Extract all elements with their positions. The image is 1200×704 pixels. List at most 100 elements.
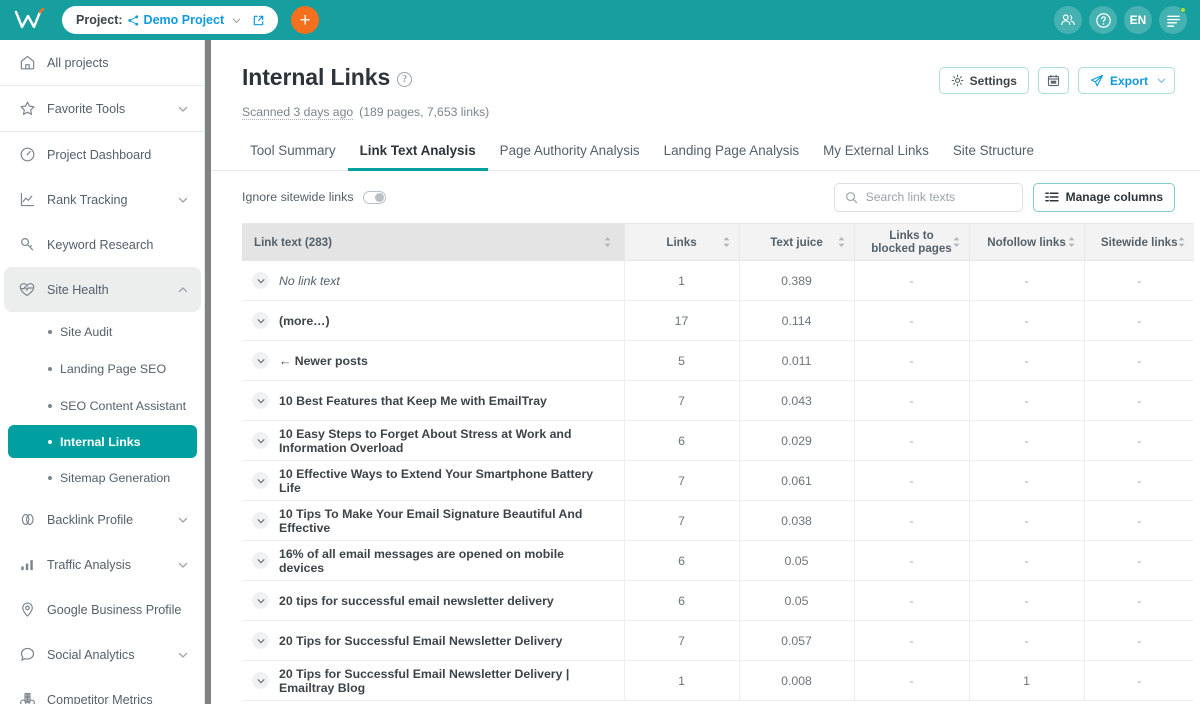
table-head: Link text (283) Links Text juice Links to b… xyxy=(242,223,1194,261)
tab-landing-page-analysis[interactable]: Landing Page Analysis xyxy=(652,134,812,171)
add-project-button[interactable]: + xyxy=(291,6,320,34)
sidebar-item-backlink-profile[interactable]: Backlink Profile xyxy=(4,497,201,542)
cell-links: 7 xyxy=(624,460,740,501)
scanned-timestamp[interactable]: Scanned 3 days ago xyxy=(242,105,354,120)
chevron-down-icon[interactable] xyxy=(231,15,242,26)
cell-links: 1 xyxy=(624,660,740,701)
expand-row-chevron-down-icon[interactable] xyxy=(252,392,269,409)
manage-columns-button[interactable]: Manage columns xyxy=(1032,182,1175,212)
sort-icon[interactable] xyxy=(1067,236,1076,248)
link-text-value: (more…) xyxy=(279,313,330,328)
wooRank-logo[interactable] xyxy=(0,0,62,40)
expand-row-chevron-down-icon[interactable] xyxy=(252,472,269,489)
table-row[interactable]: ← Newer posts 5 0.011- - - xyxy=(242,340,1194,381)
sort-icon[interactable] xyxy=(1177,236,1186,248)
sidebar-item-keyword-research[interactable]: Keyword Research xyxy=(4,222,201,267)
settings-button[interactable]: Settings xyxy=(938,67,1029,94)
sidebar-item-internal-links[interactable]: Internal Links xyxy=(8,425,197,458)
cell-text-juice: 0.057 xyxy=(739,620,855,661)
column-header-nofollow-links[interactable]: Nofollow links xyxy=(969,223,1085,261)
home-icon xyxy=(18,54,36,72)
date-range-button[interactable] xyxy=(1037,67,1069,94)
table-row[interactable]: (more…) 17 0.114- - - xyxy=(242,300,1194,341)
table-row[interactable]: 20 tips for successful email newsletter … xyxy=(242,580,1194,621)
chevron-down-icon[interactable] xyxy=(177,649,189,661)
column-header-link-text-283[interactable]: Link text (283) xyxy=(242,223,625,261)
column-header-links[interactable]: Links xyxy=(624,223,740,261)
table-row[interactable]: 20 Tips for Successful Email Newsletter … xyxy=(242,620,1194,661)
sidebar-item-site-health[interactable]: Site Health xyxy=(4,267,201,312)
sidebar-item-all-projects[interactable]: All projects xyxy=(4,40,201,85)
search-link-texts-box[interactable] xyxy=(833,182,1023,212)
language-en-icon[interactable]: EN xyxy=(1124,6,1152,34)
sort-icon[interactable] xyxy=(722,236,731,248)
gear-icon xyxy=(951,74,964,87)
help-circle-icon[interactable]: ? xyxy=(397,72,413,87)
column-header-links-to-blocked-pages[interactable]: Links to blocked pages xyxy=(854,223,970,261)
table-row[interactable]: 20 Tips for Successful Email Newsletter … xyxy=(242,660,1194,701)
search-input[interactable] xyxy=(865,190,1012,204)
sidebar-item-landing-page-seo[interactable]: Landing Page SEO xyxy=(8,351,197,386)
sidebar-item-favorite-tools[interactable]: Favorite Tools xyxy=(4,86,201,131)
sort-icon[interactable] xyxy=(952,236,961,248)
sidebar-subitem-label: Sitemap Generation xyxy=(60,470,171,485)
cell-text-juice: 0.114 xyxy=(739,300,855,341)
tab-my-external-links[interactable]: My External Links xyxy=(811,134,941,171)
expand-row-chevron-down-icon[interactable] xyxy=(252,672,269,689)
column-header-sitewide-links[interactable]: Sitewide links xyxy=(1084,223,1194,261)
users-icon[interactable] xyxy=(1054,6,1082,34)
sidebar-item-competitor-metrics[interactable]: Competitor Metrics xyxy=(4,677,201,704)
tab-link-text-analysis[interactable]: Link Text Analysis xyxy=(347,134,488,171)
chevron-up-icon[interactable] xyxy=(177,284,189,296)
table-row[interactable]: 10 Tips To Make Your Email Signature Bea… xyxy=(242,500,1194,541)
chevron-down-icon[interactable] xyxy=(177,103,189,115)
expand-row-chevron-down-icon[interactable] xyxy=(252,312,269,329)
chevron-down-icon[interactable] xyxy=(177,514,189,526)
sidebar-item-sitemap-generation[interactable]: Sitemap Generation xyxy=(8,460,197,495)
help-circle-icon[interactable] xyxy=(1089,6,1117,34)
expand-row-chevron-down-icon[interactable] xyxy=(252,552,269,569)
tab-site-structure[interactable]: Site Structure xyxy=(941,134,1046,171)
export-button[interactable]: Export xyxy=(1077,67,1175,94)
expand-row-chevron-down-icon[interactable] xyxy=(252,432,269,449)
sidebar-item-site-audit[interactable]: Site Audit xyxy=(8,314,197,349)
sidebar-item-google-business-profile[interactable]: Google Business Profile xyxy=(4,587,201,632)
ignore-sitewide-links-toggle[interactable]: Ignore sitewide links xyxy=(242,190,386,204)
table-row[interactable]: 10 Effective Ways to Extend Your Smartph… xyxy=(242,460,1194,501)
page-action-buttons: Settings Export xyxy=(938,64,1175,94)
sidebar-item-label: Competitor Metrics xyxy=(47,692,153,704)
tab-tool-summary[interactable]: Tool Summary xyxy=(242,134,348,171)
table-row[interactable]: 10 Best Features that Keep Me with Email… xyxy=(242,380,1194,421)
menu-list-icon[interactable] xyxy=(1159,6,1187,34)
cell-links: 7 xyxy=(624,500,740,541)
link-chain-icon xyxy=(18,511,36,529)
sidebar-scrollbar[interactable] xyxy=(205,40,211,704)
table-row[interactable]: 16% of all email messages are opened on … xyxy=(242,540,1194,581)
expand-row-chevron-down-icon[interactable] xyxy=(252,592,269,609)
column-header-label: Text juice xyxy=(770,235,823,249)
column-header-text-juice[interactable]: Text juice xyxy=(739,223,855,261)
sort-icon[interactable] xyxy=(603,236,612,248)
tab-page-authority-analysis[interactable]: Page Authority Analysis xyxy=(488,134,652,171)
expand-row-chevron-down-icon[interactable] xyxy=(252,352,269,369)
sidebar-item-social-analytics[interactable]: Social Analytics xyxy=(4,632,201,677)
table-row[interactable]: No link text 1 0.389- - - xyxy=(242,260,1194,301)
chevron-down-icon[interactable] xyxy=(177,194,189,206)
expand-row-chevron-down-icon[interactable] xyxy=(252,512,269,529)
project-selector-chip[interactable]: Project: Demo Project xyxy=(62,6,279,34)
chevron-down-icon[interactable] xyxy=(177,559,189,571)
table-row[interactable]: 10 Easy Steps to Forget About Stress at … xyxy=(242,420,1194,461)
cell-nofollow-links: - xyxy=(969,300,1085,341)
expand-row-chevron-down-icon[interactable] xyxy=(252,272,269,289)
sort-icon[interactable] xyxy=(837,236,846,248)
toggle-switch[interactable] xyxy=(362,190,386,204)
sidebar-item-traffic-analysis[interactable]: Traffic Analysis xyxy=(4,542,201,587)
external-link-icon[interactable] xyxy=(252,14,265,27)
toggle-knob xyxy=(374,192,384,202)
sidebar-item-seo-content-assistant[interactable]: SEO Content Assistant xyxy=(8,388,197,423)
expand-row-chevron-down-icon[interactable] xyxy=(252,632,269,649)
sidebar-item-project-dashboard[interactable]: Project Dashboard xyxy=(4,132,201,177)
star-icon xyxy=(18,100,36,118)
sidebar-subitem-label: Site Audit xyxy=(60,324,113,339)
sidebar-item-rank-tracking[interactable]: Rank Tracking xyxy=(4,177,201,222)
